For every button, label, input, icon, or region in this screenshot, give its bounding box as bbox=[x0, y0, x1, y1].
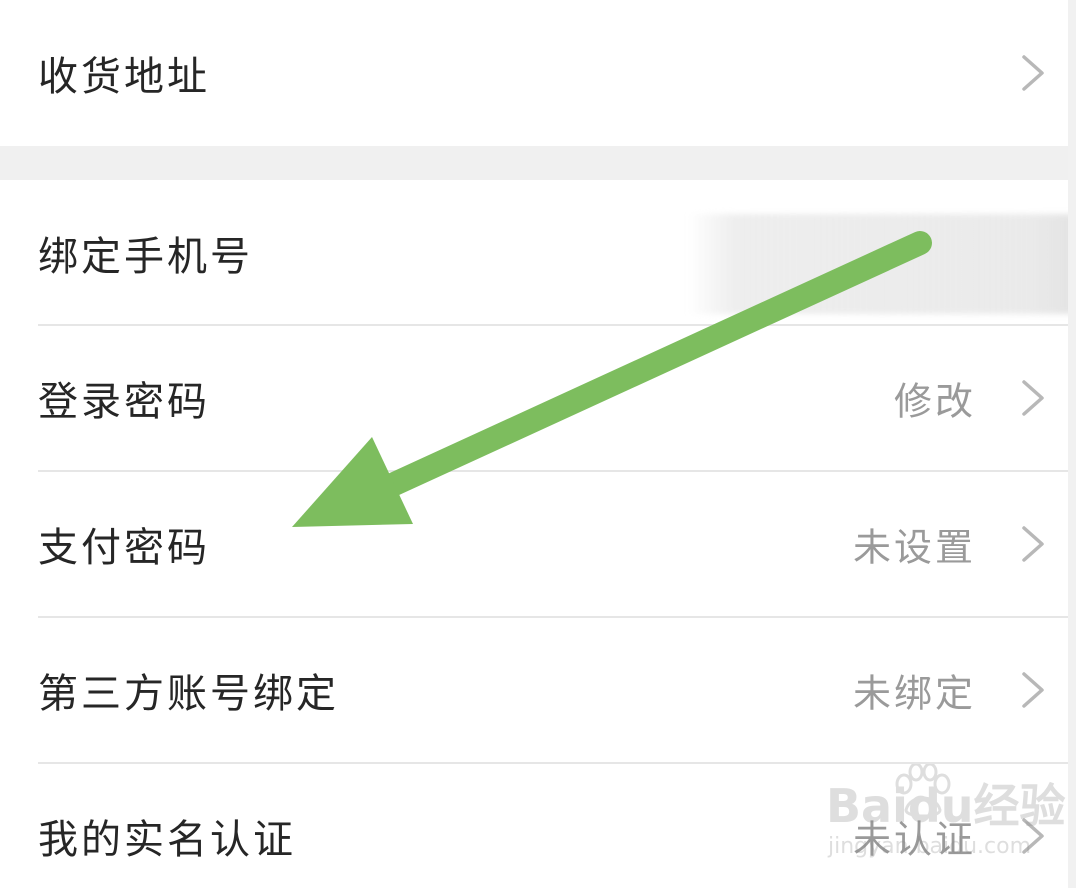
row-value: 未绑定 bbox=[852, 671, 976, 716]
row-label: 支付密码 bbox=[38, 525, 210, 571]
redacted-phone-number bbox=[688, 214, 1076, 314]
row-label: 我的实名认证 bbox=[38, 817, 296, 863]
settings-row-login-password[interactable]: 登录密码 修改 bbox=[0, 326, 1068, 470]
row-value: 修改 bbox=[893, 379, 976, 424]
chevron-right-icon bbox=[1022, 818, 1044, 854]
settings-row-third-party-binding[interactable]: 第三方账号绑定 未绑定 bbox=[0, 618, 1068, 762]
row-label: 收货地址 bbox=[38, 54, 210, 100]
chevron-right-icon bbox=[1022, 672, 1044, 708]
row-label: 登录密码 bbox=[38, 379, 210, 425]
chevron-right-icon bbox=[1022, 380, 1044, 416]
row-label: 绑定手机号 bbox=[38, 233, 253, 280]
account-settings-screen: 收货地址 绑定手机号 登录密码 修改 支付密码 未设置 第三方账号绑定 未绑定 bbox=[0, 0, 1076, 888]
settings-row-real-name-verification[interactable]: 我的实名认证 未认证 bbox=[0, 764, 1068, 888]
row-label: 第三方账号绑定 bbox=[38, 671, 339, 717]
chevron-right-icon bbox=[1022, 526, 1044, 562]
settings-row-shipping-address[interactable]: 收货地址 bbox=[0, 0, 1068, 146]
chevron-right-icon bbox=[1022, 55, 1044, 91]
screen-edge bbox=[1068, 0, 1076, 888]
section-separator bbox=[0, 146, 1068, 180]
row-value: 未设置 bbox=[852, 525, 976, 570]
settings-row-payment-password[interactable]: 支付密码 未设置 bbox=[0, 472, 1068, 616]
row-value: 未认证 bbox=[852, 817, 976, 862]
